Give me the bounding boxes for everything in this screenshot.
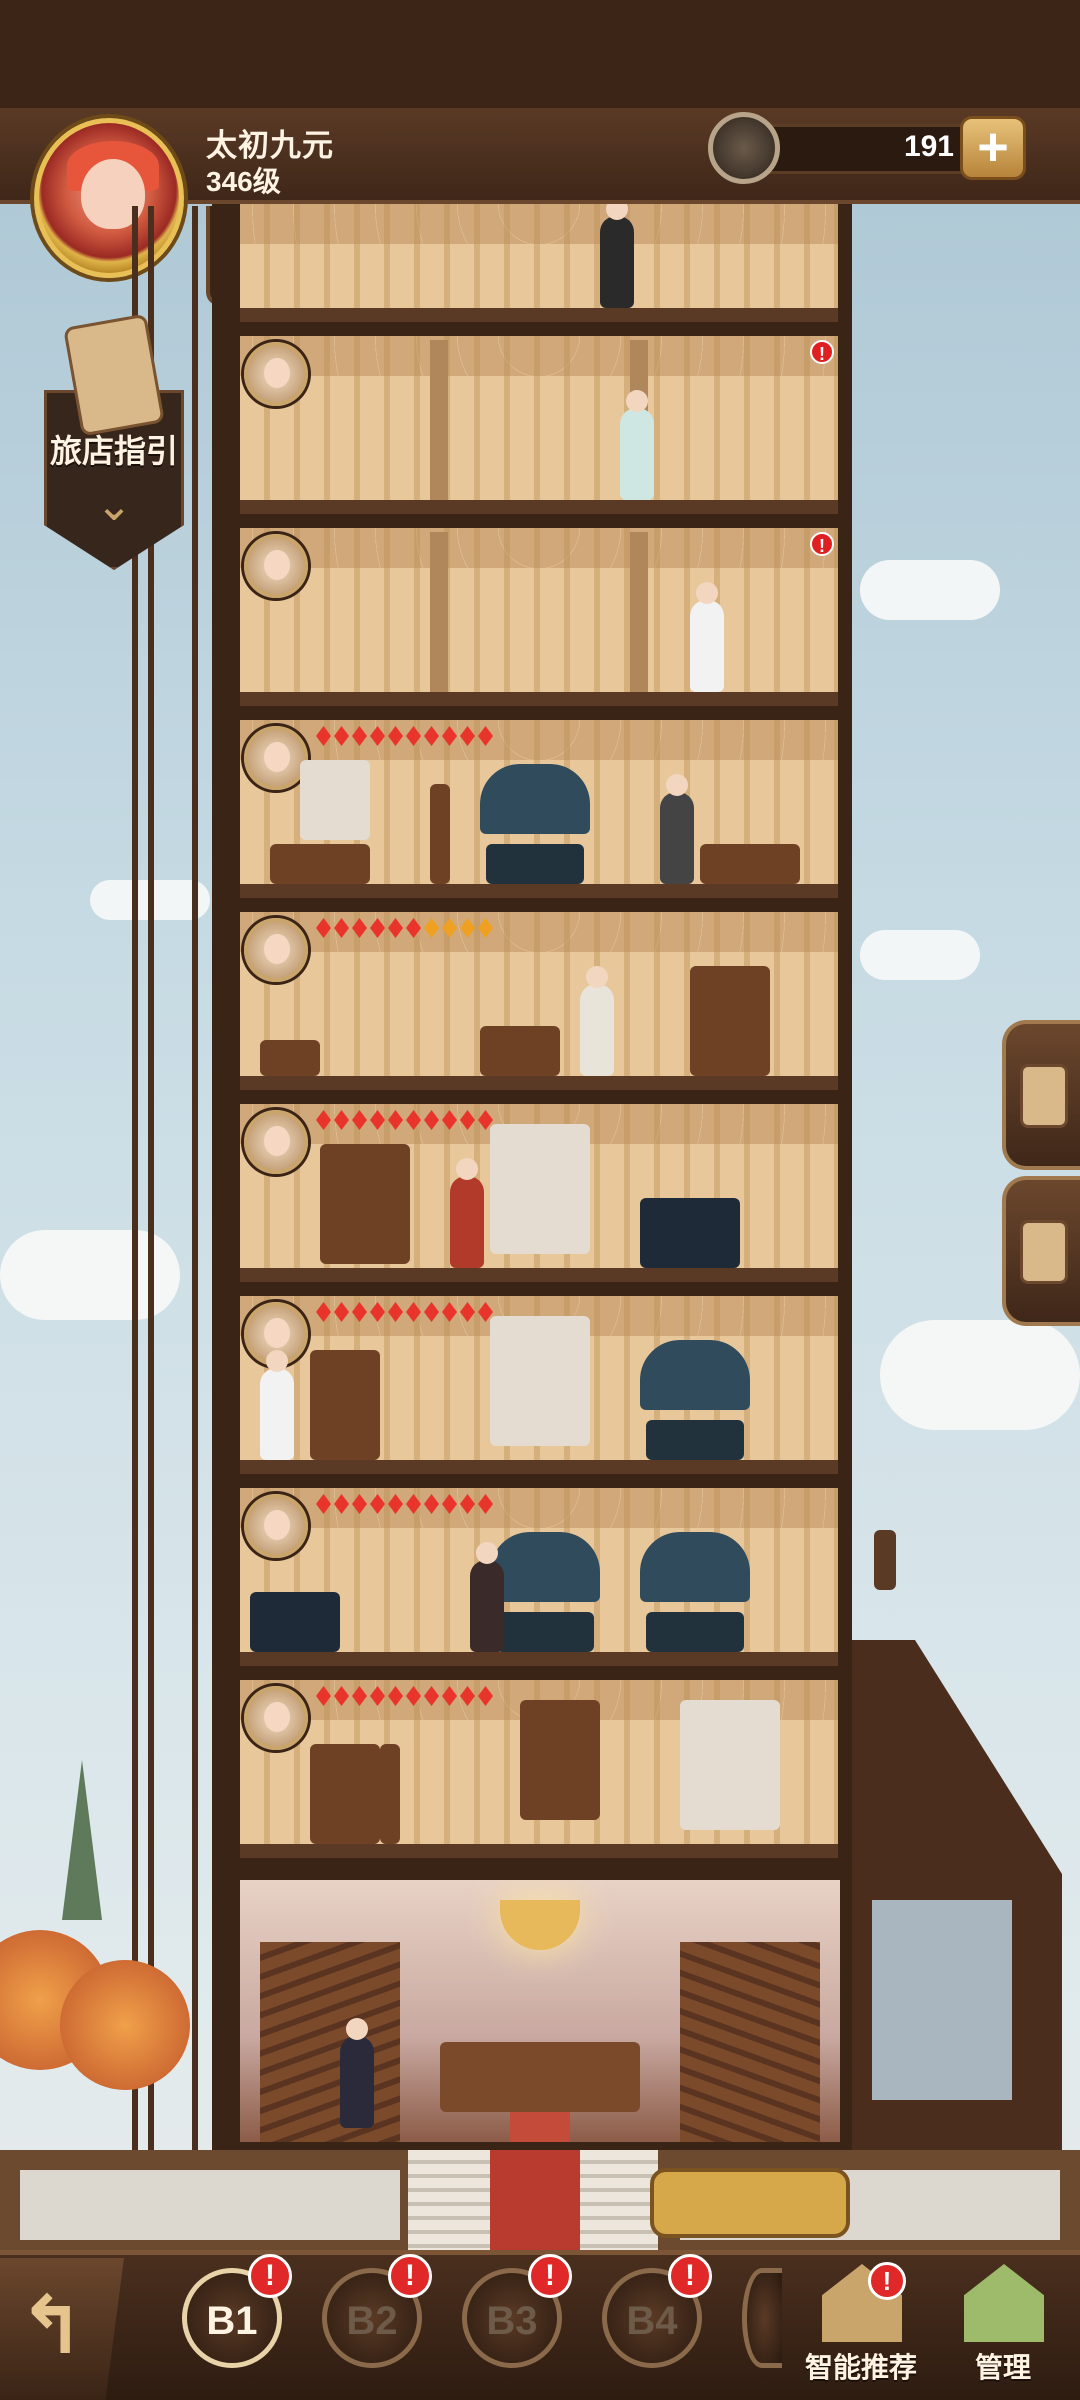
inn-floor[interactable] (240, 1680, 838, 1858)
character[interactable] (260, 1350, 294, 1460)
side-tab-character[interactable] (1002, 1176, 1080, 1326)
clock (430, 784, 450, 884)
clock (380, 1744, 400, 1844)
manage-house-icon (964, 2264, 1044, 2342)
medal-icon (708, 112, 780, 184)
fireplace (490, 1124, 590, 1254)
canopy-bed (480, 764, 590, 884)
alert-badge: ! (810, 532, 834, 556)
inn-floor[interactable] (240, 204, 838, 322)
inn-floor[interactable] (240, 1488, 838, 1666)
canopy-bed (640, 1340, 750, 1460)
resident-portrait[interactable] (244, 342, 308, 406)
desk (700, 844, 800, 884)
scroll-icon (63, 313, 165, 437)
inn-floor[interactable] (240, 1104, 838, 1282)
player-avatar[interactable] (34, 118, 184, 278)
bookshelf (320, 1144, 410, 1264)
alert-badge: ! (668, 2254, 712, 2298)
side-tab-scroll[interactable] (1002, 1020, 1080, 1170)
piano (250, 1592, 340, 1652)
player-name: 太初九元 (206, 128, 334, 163)
fireplace (490, 1316, 590, 1446)
status-area (0, 0, 1080, 108)
alert-badge: ! (810, 340, 834, 364)
piano (640, 1198, 740, 1268)
character[interactable] (580, 966, 614, 1076)
reception-desk (440, 2042, 640, 2112)
table (260, 1040, 320, 1076)
cloud (860, 930, 980, 980)
inn-floor[interactable]: ! (240, 528, 838, 706)
player-level: 346级 (206, 166, 281, 197)
alert-badge: ! (388, 2254, 432, 2298)
canopy-bed (490, 1532, 600, 1652)
alert-badge: ! (868, 2262, 906, 2300)
star-rating (316, 1110, 493, 1134)
cloud (880, 1320, 1080, 1430)
character[interactable] (470, 1542, 504, 1652)
chandelier (500, 1900, 580, 1950)
resident-portrait[interactable] (244, 726, 308, 790)
character[interactable] (690, 582, 724, 692)
inn-floor[interactable] (240, 1296, 838, 1474)
inn-guide-button[interactable]: 旅店指引 ⌄ (44, 313, 184, 570)
inn-lobby[interactable] (240, 1880, 840, 2142)
cloud (860, 560, 1000, 620)
character[interactable] (660, 774, 694, 884)
scroll-icon (1020, 1064, 1068, 1128)
star-rating (316, 1494, 493, 1518)
character[interactable] (620, 390, 654, 500)
currency-display: 191 + (708, 112, 1026, 184)
bed (480, 1026, 560, 1076)
star-rating (316, 1686, 493, 1710)
inn-floor[interactable] (240, 720, 838, 898)
treasure-chest[interactable] (650, 2168, 850, 2238)
manage-button[interactable]: 管理 (938, 2258, 1068, 2400)
staircase (680, 1942, 820, 2142)
character[interactable] (450, 1158, 484, 1268)
floor-tab-partial[interactable] (742, 2268, 782, 2368)
inn-guide-label: 旅店指引 (49, 433, 178, 469)
resident-portrait[interactable] (244, 1686, 308, 1750)
elevator-rope (192, 206, 198, 2156)
character-icon (1020, 1220, 1068, 1284)
resident-portrait[interactable] (244, 918, 308, 982)
bookshelf (520, 1700, 600, 1820)
resident-portrait[interactable] (244, 1494, 308, 1558)
painting (300, 760, 370, 840)
cabinet (310, 1744, 380, 1844)
back-button[interactable]: ↰ (0, 2258, 124, 2400)
desk (270, 844, 370, 884)
staircase (260, 1942, 400, 2142)
inn-floor[interactable] (240, 912, 838, 1090)
currency-value: 191 (903, 130, 954, 163)
smart-recommend-button[interactable]: 智能推荐 (796, 2258, 926, 2400)
back-arrow-icon: ↰ (18, 2281, 86, 2370)
innkeeper-character[interactable] (340, 2018, 374, 2128)
alert-badge: ! (248, 2254, 292, 2298)
star-rating (316, 918, 493, 942)
character[interactable] (600, 204, 634, 308)
hanging-lamp (874, 1530, 896, 1590)
alert-badge: ! (528, 2254, 572, 2298)
fireplace (680, 1700, 780, 1830)
chevron-down-icon: ⌄ (95, 481, 133, 530)
canopy-bed (640, 1532, 750, 1652)
inn-tower: ! ! (212, 204, 852, 2154)
resident-portrait[interactable] (244, 1110, 308, 1174)
cabinet (310, 1350, 380, 1460)
resident-portrait[interactable] (244, 534, 308, 598)
autumn-trees (0, 1900, 220, 2160)
inn-entrance (0, 2150, 1080, 2250)
cabinet (690, 966, 770, 1076)
star-rating (316, 726, 493, 750)
star-rating (316, 1302, 493, 1326)
add-currency-button[interactable]: + (960, 116, 1026, 180)
inn-floor[interactable]: ! (240, 336, 838, 514)
